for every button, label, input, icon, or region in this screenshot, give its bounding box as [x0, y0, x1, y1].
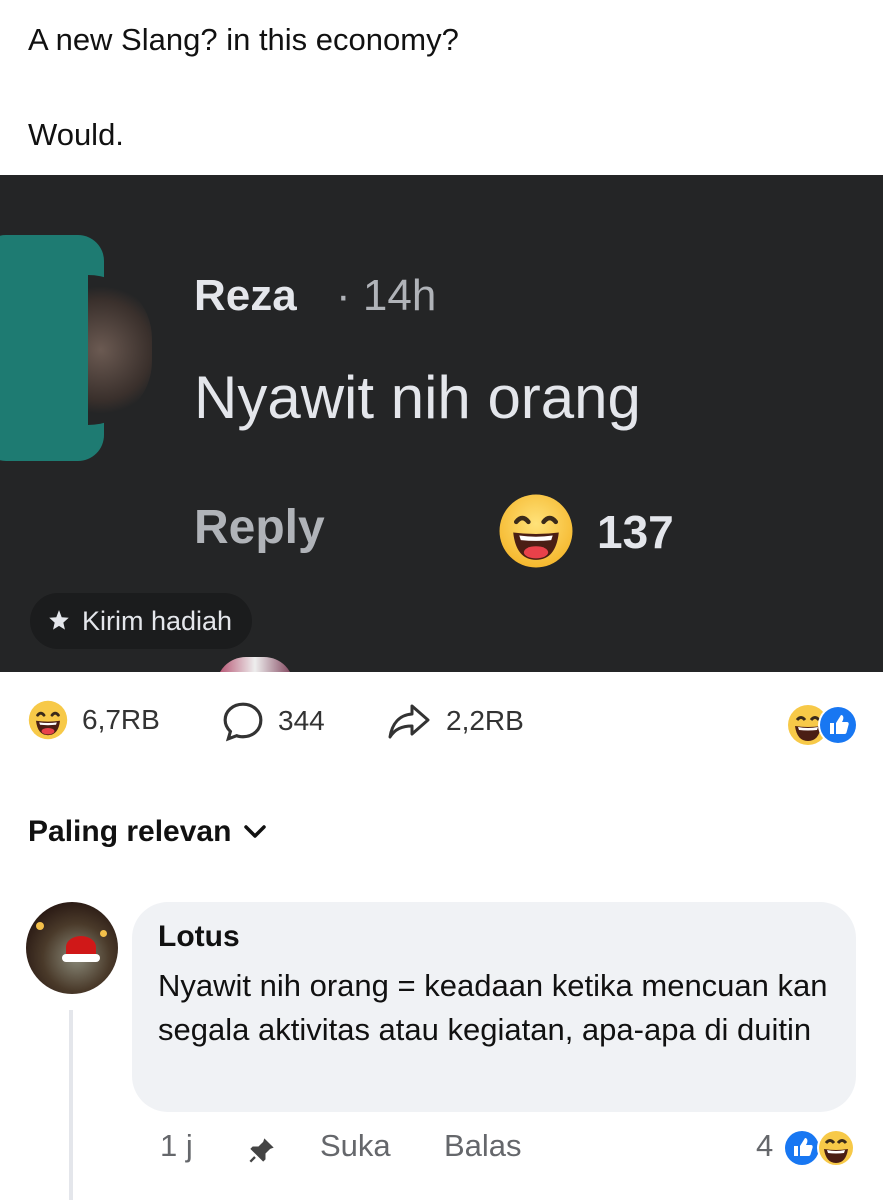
shares-count: 2,2RB: [446, 705, 524, 736]
like-icon: [818, 705, 858, 745]
embedded-reply-button: Reply: [194, 501, 325, 554]
embedded-avatar: [88, 275, 152, 425]
reply-button[interactable]: Balas: [444, 1128, 522, 1164]
reactions-bar: 6,7RB 344 2,2RB: [0, 700, 883, 750]
comments-count: 344: [278, 705, 325, 736]
embedded-timestamp: · 14h: [336, 271, 437, 320]
comment-bubble-icon: [223, 702, 263, 742]
embedded-reaction-count: 137: [597, 506, 674, 558]
haha-emoji-icon: [28, 700, 68, 740]
share-arrow-icon: [388, 704, 430, 739]
chevron-down-icon: [244, 825, 267, 838]
embedded-comment-text: Nyawit nih orang: [194, 364, 641, 431]
pin-icon: [249, 1138, 274, 1163]
post-text-line-1: A new Slang? in this economy?: [28, 22, 459, 57]
sort-label: Paling relevan: [28, 815, 232, 848]
embedded-author-name: Reza: [194, 271, 297, 320]
reactions-count: 6,7RB: [82, 704, 160, 735]
comment-reaction-count: 4: [756, 1128, 774, 1163]
gift-icon: [49, 610, 69, 630]
commenter-avatar[interactable]: [26, 902, 118, 994]
gift-label: Kirim hadiah: [82, 605, 233, 636]
embedded-next-avatar: [216, 657, 294, 672]
post-text-line-2: Would.: [28, 117, 124, 152]
commenter-name[interactable]: Lotus: [158, 920, 240, 954]
comments-button[interactable]: 344: [222, 700, 325, 742]
haha-emoji-icon: [499, 494, 573, 568]
share-button[interactable]: 2,2RB: [386, 700, 524, 742]
reaction-buttons-icon[interactable]: [786, 703, 860, 747]
comment-timestamp: 1 j: [160, 1128, 193, 1163]
thread-line: [69, 1010, 73, 1200]
like-button[interactable]: Suka: [320, 1128, 391, 1164]
haha-emoji-icon: [817, 1129, 855, 1167]
sort-dropdown[interactable]: Paling relevan: [28, 815, 267, 849]
embedded-screenshot: Reza · 14h Nyawit nih orang Reply 137 Ki…: [0, 175, 883, 672]
comment-text: Nyawit nih orang = keadaan ketika mencua…: [158, 968, 828, 1047]
comment-reactions-icon[interactable]: [780, 1126, 860, 1170]
comment-bubble: Lotus Nyawit nih orang = keadaan ketika …: [132, 902, 856, 1112]
gift-button: Kirim hadiah: [30, 593, 253, 649]
reactions-summary[interactable]: 6,7RB: [28, 700, 160, 740]
like-icon: [783, 1129, 821, 1167]
